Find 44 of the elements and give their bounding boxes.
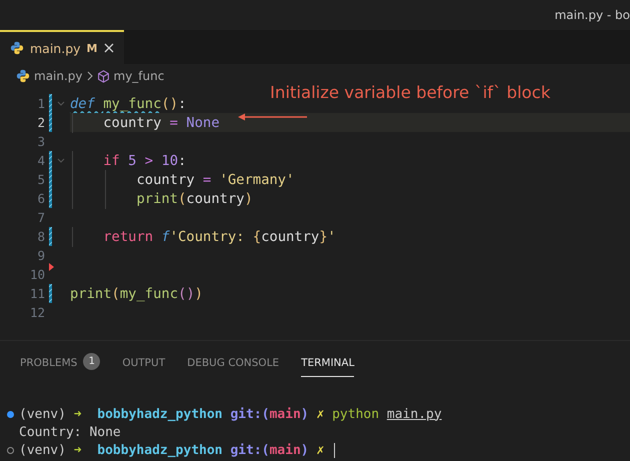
line-number: 4 [36, 153, 45, 168]
panel-tab[interactable]: TERMINAL [301, 353, 354, 385]
python-icon [10, 41, 24, 55]
deleted-line-marker [49, 262, 54, 270]
code-line: print(my_func()) [70, 286, 203, 302]
line-number: 2 [36, 115, 45, 130]
cube-icon [96, 70, 110, 82]
panel-tab[interactable]: OUTPUT [122, 353, 166, 385]
close-icon[interactable] [104, 43, 114, 53]
annotation-text: Initialize variable before `if` block [270, 83, 550, 102]
terminal-output: Country: None [19, 424, 121, 440]
chevron-right-icon [86, 71, 93, 81]
line-number: 9 [36, 248, 45, 263]
panel-tab[interactable]: DEBUG CONSOLE [187, 353, 280, 385]
terminal-prompt: (venv) ➜ bobbyhadz_python git:(main) ✗ [19, 442, 326, 458]
code-line: country = None [70, 114, 220, 130]
breadcrumb-file[interactable]: main.py [34, 69, 83, 83]
code-line: print(country) [70, 190, 253, 206]
line-number: 7 [36, 210, 45, 225]
fold-chevron-icon[interactable] [57, 158, 65, 164]
window-title: main.py - bo [554, 8, 630, 22]
problem-count-badge: 1 [83, 353, 100, 370]
line-number: 1 [36, 96, 45, 111]
fold-chevron-icon[interactable] [57, 100, 65, 106]
code-line: if 5 > 10: [70, 152, 186, 168]
code-line: def my_func(): [70, 96, 186, 112]
line-number: 12 [28, 305, 45, 320]
code-line: country = 'Germany' [70, 172, 294, 188]
python-icon [16, 69, 30, 83]
code-line: return f'Country: {country}' [70, 228, 336, 244]
line-number: 5 [36, 172, 45, 187]
line-number: 6 [36, 191, 45, 206]
panel-tab[interactable]: PROBLEMS 1 [20, 353, 100, 385]
editor-tab[interactable]: main.py M [0, 30, 124, 64]
modified-label: M [86, 42, 98, 54]
annotation-arrow [238, 113, 308, 121]
line-number: 10 [28, 267, 45, 282]
terminal-prompt: (venv) ➜ bobbyhadz_python git:(main) ✗ python main.py [19, 406, 442, 422]
modified-line-marker [49, 227, 52, 246]
line-number: 11 [28, 286, 45, 301]
breadcrumb-symbol[interactable]: my_func [114, 69, 164, 83]
modified-line-marker [49, 284, 52, 303]
line-number: 8 [36, 229, 45, 244]
line-number: 3 [36, 134, 45, 149]
